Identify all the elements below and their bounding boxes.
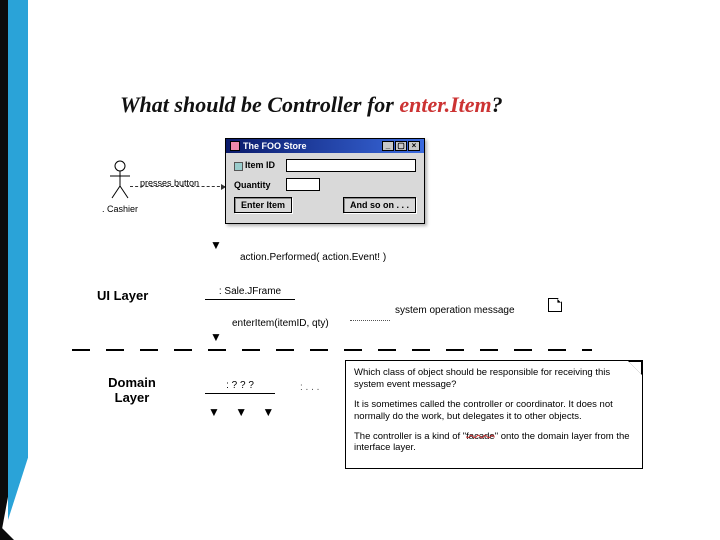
maximize-button[interactable]: ▢	[395, 141, 407, 151]
app-icon	[230, 141, 240, 151]
ui-layer-label: UI Layer	[97, 288, 148, 303]
item-id-row: Item ID	[234, 159, 416, 172]
corner-triangle-icon	[0, 526, 14, 540]
domain-layer-label: Domain Layer	[97, 375, 167, 405]
actor-label: . Cashier	[90, 204, 150, 214]
note-paragraph-3: The controller is a kind of "facade" ont…	[354, 431, 634, 455]
accent-black-stripe	[0, 0, 8, 540]
folded-corner-icon	[628, 361, 642, 375]
field-icon	[234, 162, 243, 171]
presses-arrow-icon	[130, 186, 225, 187]
enter-item-button[interactable]: Enter Item	[234, 197, 292, 213]
title-suffix: ?	[492, 92, 503, 117]
down-arrow-icon: ▼	[210, 238, 222, 252]
dotted-connector-icon	[350, 320, 390, 321]
note-paragraph-2: It is sometimes called the controller or…	[354, 399, 634, 423]
title-prefix: What should be Controller for	[120, 92, 399, 117]
system-operation-message-label: system operation message	[395, 305, 515, 316]
quantity-label: Quantity	[234, 180, 280, 190]
quantity-row: Quantity	[234, 178, 416, 191]
titlebar: The FOO Store _ ▢ ×	[226, 139, 424, 153]
minimize-button[interactable]: _	[382, 141, 394, 151]
explanation-note: Which class of object should be responsi…	[345, 360, 643, 469]
note-corner-icon	[548, 298, 562, 312]
and-so-on-button[interactable]: And so on . . .	[343, 197, 416, 213]
stick-figure-icon	[108, 160, 132, 200]
layer-divider	[72, 349, 592, 351]
foo-store-window: The FOO Store _ ▢ × Item ID Quantity Ent…	[225, 138, 425, 224]
item-id-input[interactable]	[286, 159, 416, 172]
colon-marker: : . . .	[300, 382, 319, 393]
window-body: Item ID Quantity Enter Item And so on . …	[226, 153, 424, 223]
accent-blue-stripe	[8, 0, 28, 520]
sale-jframe-box: : Sale.JFrame	[205, 286, 295, 300]
note-paragraph-1: Which class of object should be responsi…	[354, 367, 634, 391]
slide-title: What should be Controller for enter.Item…	[120, 92, 660, 118]
down-arrow-icon: ▼	[210, 330, 222, 344]
quantity-input[interactable]	[286, 178, 320, 191]
action-performed-label: action.Performed( action.Event! )	[240, 252, 386, 263]
enter-item-message: enterItem(itemID, qty)	[232, 318, 329, 329]
facade-word: facade	[466, 431, 495, 442]
unknown-class-box: : ? ? ?	[205, 380, 275, 394]
title-highlight: enter.Item	[399, 92, 491, 117]
close-button[interactable]: ×	[408, 141, 420, 151]
window-title: The FOO Store	[243, 141, 307, 151]
down-arrows-group-icon: ▼ ▼ ▼	[208, 405, 280, 419]
item-id-label: Item ID	[234, 160, 280, 170]
